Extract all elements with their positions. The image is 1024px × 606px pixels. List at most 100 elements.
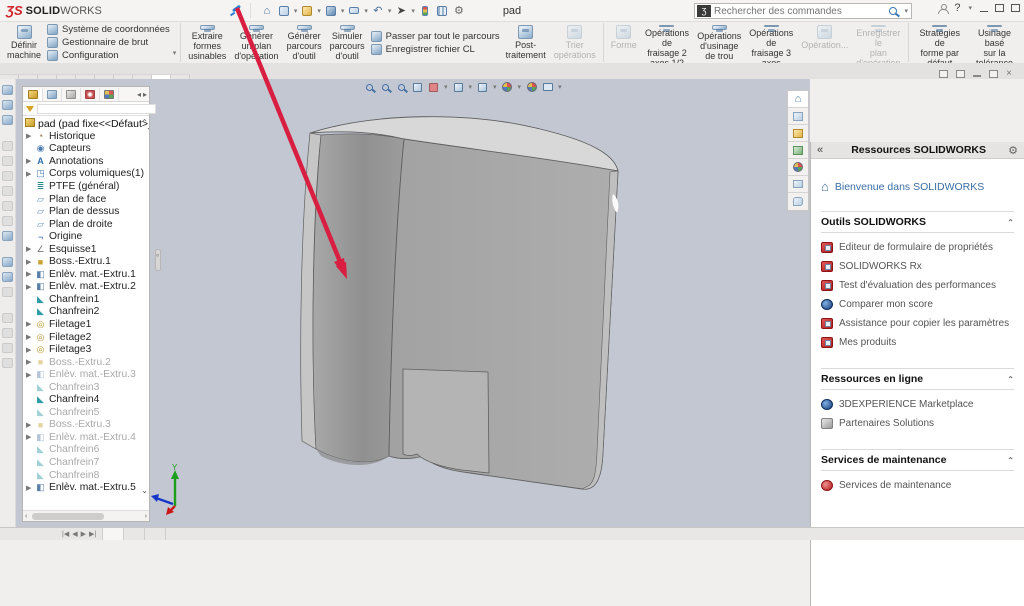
tree-item[interactable]: ▶ Boss.-Extru.1	[25, 255, 149, 268]
tree-item[interactable]: ▶ Boss.-Extru.3	[25, 419, 149, 432]
post-ribbon-button[interactable]: Post-traitement	[502, 23, 550, 62]
machine-stack-item[interactable]: Gestionnaire de brut	[47, 37, 170, 49]
tree-item[interactable]: ▶ Chanfrein7	[25, 456, 149, 469]
left-toolbar-icon[interactable]	[2, 156, 13, 166]
maximize-button[interactable]	[995, 4, 1004, 12]
resource-item[interactable]: 3DEXPERIENCE Marketplace	[821, 395, 1014, 414]
expand-arrow-icon[interactable]: ▶	[26, 358, 31, 366]
tree-scroll-down-icon[interactable]: ⌄	[141, 486, 148, 495]
tree-item[interactable]: ▶ Esquisse1	[25, 243, 149, 256]
appearances-icon[interactable]	[788, 159, 808, 176]
machine-stack-item[interactable]: Système de coordonnées	[47, 24, 170, 36]
dimxpert-tab[interactable]	[81, 88, 100, 101]
expand-arrow-icon[interactable]: ▶	[26, 433, 31, 441]
toolpath-stack-item[interactable]: Enregistrer fichier CL	[371, 43, 500, 55]
tree-item[interactable]: ▶ Plan de droite	[25, 218, 149, 231]
resource-item[interactable]: Test d'évaluation des performances	[821, 276, 1014, 295]
configurationmanager-tab[interactable]	[62, 88, 81, 101]
resource-item[interactable]: Partenaires Solutions	[821, 414, 1014, 433]
tree-item[interactable]: ▶ Chanfrein2	[25, 306, 149, 319]
tree-item[interactable]: ▶ Filetage2	[25, 331, 149, 344]
propertymanager-tab[interactable]	[43, 88, 62, 101]
operation-ribbon-button[interactable]: Opération...	[797, 23, 852, 62]
expand-arrow-icon[interactable]: ▶	[26, 245, 31, 253]
left-toolbar-icon[interactable]	[2, 257, 13, 267]
settings-gear-icon[interactable]: ⚙	[451, 3, 467, 18]
graphics-viewport[interactable]: ▾ ▾ ▾ ▾ ▾	[16, 79, 810, 527]
scroll-left-icon[interactable]: ‹	[23, 513, 29, 520]
custom-properties-icon[interactable]	[788, 176, 808, 193]
menu-item[interactable]	[128, 9, 142, 13]
expand-arrow-icon[interactable]: ▶	[26, 170, 31, 178]
expand-arrow-icon[interactable]: ▶	[26, 333, 31, 341]
home-icon[interactable]: ⌂	[259, 3, 275, 18]
panel-splitter-handle[interactable]	[155, 249, 161, 271]
doc-restore-icon[interactable]	[989, 70, 998, 78]
expand-arrow-icon[interactable]: ▶	[26, 258, 31, 266]
last-tab-icon[interactable]: ▶|	[89, 530, 96, 538]
new-document-icon[interactable]	[276, 3, 292, 18]
cam-ribbon-button[interactable]: Extraire formesusinables	[184, 23, 230, 62]
expand-arrow-icon[interactable]: ▶	[26, 283, 31, 291]
solidworks-resources-icon[interactable]: ⌂	[788, 91, 808, 108]
panel-gear-icon[interactable]: ⚙	[1008, 144, 1018, 157]
command-search[interactable]: Ʒ ▾	[694, 3, 912, 19]
left-toolbar-icon[interactable]	[2, 343, 13, 353]
expand-arrow-icon[interactable]: ▶	[26, 157, 31, 165]
tree-item[interactable]: ▶ Enlèv. mat.-Extru.2	[25, 281, 149, 294]
section-header[interactable]: Services de maintenance ⌃	[821, 449, 1014, 471]
tree-item[interactable]: ▶ PTFE (général)	[25, 180, 149, 193]
tree-item[interactable]: ▶ Origine	[25, 230, 149, 243]
expand-arrow-icon[interactable]: ▶	[26, 320, 31, 328]
left-toolbar-icon[interactable]	[2, 186, 13, 196]
tree-item[interactable]: ▶ Enlèv. mat.-Extru.1	[25, 268, 149, 281]
tree-item[interactable]: ▶ Annotations	[25, 155, 149, 168]
search-icon[interactable]	[889, 7, 897, 15]
tree-item[interactable]: ▶ Chanfrein6	[25, 444, 149, 457]
tree-item[interactable]: ▶ Filetage3	[25, 343, 149, 356]
bottom-tab[interactable]	[103, 528, 124, 540]
left-toolbar-icon[interactable]	[2, 115, 13, 125]
expand-arrow-icon[interactable]: ▶	[26, 270, 31, 278]
resource-item[interactable]: Mes produits	[821, 333, 1014, 352]
tree-item[interactable]: ▶ Chanfrein4	[25, 393, 149, 406]
operation-ribbon-button[interactable]: Forme	[607, 23, 641, 62]
menu-item[interactable]	[112, 9, 126, 13]
section-header[interactable]: Ressources en ligne ⌃	[821, 368, 1014, 390]
left-toolbar-icon[interactable]	[2, 100, 13, 110]
tree-scroll-up-icon[interactable]: ⌃	[141, 118, 148, 127]
forum-icon[interactable]	[788, 193, 808, 210]
expand-arrow-icon[interactable]: ▶	[26, 132, 31, 140]
search-input[interactable]	[714, 6, 889, 17]
menu-item[interactable]	[208, 9, 222, 13]
prev-tab-icon[interactable]: ◀	[72, 530, 77, 538]
define-machine-button[interactable]: Définirmachine	[3, 23, 45, 62]
menu-item[interactable]	[192, 9, 206, 13]
help-icon[interactable]: ?	[954, 2, 960, 14]
left-toolbar-icon[interactable]	[2, 313, 13, 323]
menu-item[interactable]	[176, 9, 190, 13]
doc-minimize-icon[interactable]	[973, 75, 981, 77]
expand-arrow-icon[interactable]: ▶	[26, 346, 31, 354]
view-palette-icon[interactable]	[788, 142, 808, 159]
performance-icon[interactable]	[417, 3, 433, 18]
left-toolbar-icon[interactable]	[2, 141, 13, 151]
left-toolbar-icon[interactable]	[2, 358, 13, 368]
tree-item[interactable]: ▶ Chanfrein1	[25, 293, 149, 306]
tree-item[interactable]: ▶ Historique	[25, 130, 149, 143]
collapse-panel-icon[interactable]: «	[817, 144, 823, 156]
tree-item[interactable]: ▶ Enlèv. mat.-Extru.4	[25, 431, 149, 444]
strategy-ribbon-button[interactable]: Usinage basésur la tolérance	[968, 23, 1021, 62]
left-toolbar-icon[interactable]	[2, 328, 13, 338]
undo-icon[interactable]: ↶	[370, 3, 386, 18]
left-toolbar-icon[interactable]	[2, 216, 13, 226]
resource-item[interactable]: Editeur de formulaire de propriétés	[821, 238, 1014, 257]
doc-prev-icon[interactable]	[939, 70, 948, 78]
scrollbar-thumb[interactable]	[32, 513, 104, 520]
doc-next-icon[interactable]	[956, 70, 965, 78]
tree-item[interactable]: ▶ Chanfrein8	[25, 469, 149, 482]
operation-ribbon-button[interactable]: Enregistrer leplan d'opération	[852, 23, 904, 62]
tree-item[interactable]: ▶ Boss.-Extru.2	[25, 356, 149, 369]
cam-ribbon-button[interactable]: Générer un pland'opération	[230, 23, 282, 62]
tree-item[interactable]: ▶ Chanfrein5	[25, 406, 149, 419]
